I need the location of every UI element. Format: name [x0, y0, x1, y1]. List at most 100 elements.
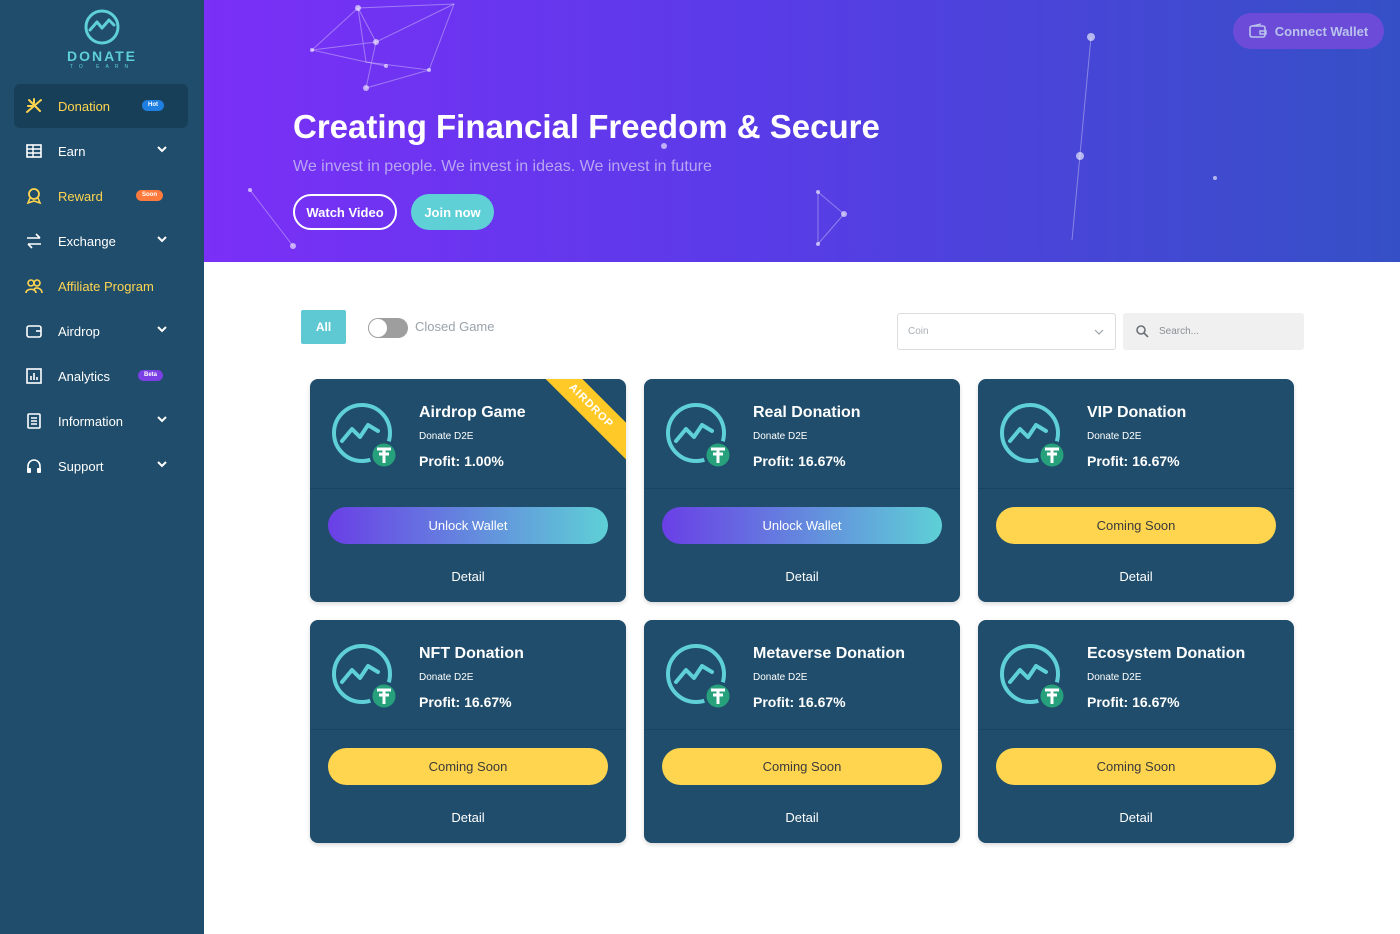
sidebar-item-label: Earn — [58, 143, 86, 159]
coin-select[interactable]: Coin — [897, 313, 1116, 350]
card-ecosystem-donation: Ecosystem Donation Donate D2E Profit: 16… — [978, 620, 1294, 843]
card-title: NFT Donation — [419, 645, 524, 662]
card-real-donation: Real Donation Donate D2E Profit: 16.67% … — [644, 379, 960, 602]
search-input[interactable] — [1159, 321, 1294, 341]
card-subtitle: Donate D2E — [753, 431, 808, 442]
sidebar-item-airdrop[interactable]: Airdrop — [14, 309, 188, 353]
detail-link[interactable]: Detail — [310, 810, 626, 825]
hero-title: Creating Financial Freedom & Secure — [293, 108, 880, 145]
airdrop-icon — [24, 321, 44, 341]
coming-soon-button[interactable]: Coming Soon — [996, 507, 1276, 544]
sidebar-item-label: Exchange — [58, 233, 116, 249]
card-profit: Profit: 1.00% — [419, 453, 504, 469]
donate-logo-icon — [84, 9, 120, 45]
donate-coin-logo-icon — [332, 403, 399, 470]
detail-link[interactable]: Detail — [644, 810, 960, 825]
analytics-icon — [24, 366, 44, 386]
connect-wallet-button[interactable]: Connect Wallet — [1233, 13, 1384, 49]
join-now-button[interactable]: Join now — [411, 194, 494, 230]
card-divider — [978, 729, 1294, 730]
coming-soon-button[interactable]: Coming Soon — [662, 748, 942, 785]
sidebar-item-exchange[interactable]: Exchange — [14, 219, 188, 263]
card-vip-donation: VIP Donation Donate D2E Profit: 16.67% C… — [978, 379, 1294, 602]
hero-banner: Connect Wallet Creating Financial Freedo… — [204, 0, 1400, 262]
sidebar-item-label: Affiliate Program — [58, 278, 154, 294]
airdrop-ribbon: AIRDROP — [535, 379, 626, 462]
filter-all-button[interactable]: All — [301, 310, 346, 344]
card-profit: Profit: 16.67% — [419, 694, 512, 710]
unlock-wallet-button[interactable]: Unlock Wallet — [328, 507, 608, 544]
card-airdrop-game: Airdrop Game Donate D2E Profit: 1.00% AI… — [310, 379, 626, 602]
soon-badge: Soon — [136, 190, 163, 201]
card-metaverse-donation: Metaverse Donation Donate D2E Profit: 16… — [644, 620, 960, 843]
sidebar-item-donation[interactable]: Donation Hot — [14, 84, 188, 128]
card-subtitle: Donate D2E — [419, 672, 474, 683]
brand-name: DONATE — [66, 48, 138, 64]
card-title: Ecosystem Donation — [1087, 645, 1246, 662]
toggle-knob — [369, 319, 387, 337]
information-icon — [24, 411, 44, 431]
unlock-wallet-button[interactable]: Unlock Wallet — [662, 507, 942, 544]
earn-icon — [24, 141, 44, 161]
card-divider — [978, 488, 1294, 489]
sidebar-item-earn[interactable]: Earn — [14, 129, 188, 173]
hero-subtitle: We invest in people. We invest in ideas.… — [293, 158, 712, 175]
closed-game-toggle[interactable] — [368, 318, 408, 338]
card-subtitle: Donate D2E — [1087, 672, 1142, 683]
detail-link[interactable]: Detail — [644, 569, 960, 584]
chevron-down-icon[interactable] — [156, 323, 168, 335]
detail-link[interactable]: Detail — [978, 810, 1294, 825]
coming-soon-button[interactable]: Coming Soon — [328, 748, 608, 785]
sidebar-item-label: Analytics — [58, 368, 111, 384]
card-title: Airdrop Game — [419, 404, 526, 421]
support-icon — [24, 456, 44, 476]
card-divider — [644, 488, 960, 489]
sidebar-item-analytics[interactable]: Analytics Beta — [14, 354, 188, 398]
card-subtitle: Donate D2E — [753, 672, 808, 683]
chevron-down-icon[interactable] — [156, 233, 168, 245]
donate-coin-logo-icon — [1000, 644, 1067, 711]
sidebar-item-label: Information — [58, 413, 124, 429]
sidebar: DONATE TO EARN Donation Hot Earn Reward … — [0, 0, 204, 934]
donation-icon — [24, 96, 44, 116]
watch-video-button[interactable]: Watch Video — [293, 194, 397, 230]
card-profit: Profit: 16.67% — [753, 453, 846, 469]
sidebar-item-affiliate-program[interactable]: Affiliate Program — [14, 264, 188, 308]
card-nft-donation: NFT Donation Donate D2E Profit: 16.67% C… — [310, 620, 626, 843]
card-profit: Profit: 16.67% — [1087, 694, 1180, 710]
chevron-down-icon[interactable] — [156, 458, 168, 470]
affiliate-icon — [24, 276, 44, 296]
wallet-icon — [1248, 23, 1267, 38]
donate-coin-logo-icon — [666, 403, 733, 470]
sidebar-item-label: Donation — [58, 98, 111, 114]
chevron-down-icon[interactable] — [156, 143, 168, 155]
detail-link[interactable]: Detail — [978, 569, 1294, 584]
exchange-icon — [24, 231, 44, 251]
sidebar-item-reward[interactable]: Reward Soon — [14, 174, 188, 218]
sidebar-item-label: Reward — [58, 188, 103, 204]
card-divider — [310, 729, 626, 730]
detail-link[interactable]: Detail — [310, 569, 626, 584]
coming-soon-button[interactable]: Coming Soon — [996, 748, 1276, 785]
card-title: VIP Donation — [1087, 404, 1187, 421]
brand-logo[interactable]: DONATE TO EARN — [0, 8, 204, 72]
card-subtitle: Donate D2E — [419, 431, 474, 442]
beta-badge: Beta — [138, 370, 164, 381]
donate-coin-logo-icon — [1000, 403, 1067, 470]
card-subtitle: Donate D2E — [1087, 431, 1142, 442]
donate-coin-logo-icon — [332, 644, 399, 711]
closed-game-label: Closed Game — [415, 319, 495, 334]
chevron-down-icon[interactable] — [156, 413, 168, 425]
coin-select-placeholder: Coin — [908, 326, 929, 337]
hot-badge: Hot — [142, 100, 164, 111]
card-title: Real Donation — [753, 404, 861, 421]
brand-tagline: TO EARN — [69, 64, 135, 70]
sidebar-item-support[interactable]: Support — [14, 444, 188, 488]
card-profit: Profit: 16.67% — [753, 694, 846, 710]
sidebar-item-information[interactable]: Information — [14, 399, 188, 443]
sidebar-item-label: Airdrop — [58, 323, 100, 339]
connect-wallet-label: Connect Wallet — [1274, 23, 1369, 39]
search-icon — [1136, 325, 1149, 338]
card-profit: Profit: 16.67% — [1087, 453, 1180, 469]
donate-coin-logo-icon — [666, 644, 733, 711]
